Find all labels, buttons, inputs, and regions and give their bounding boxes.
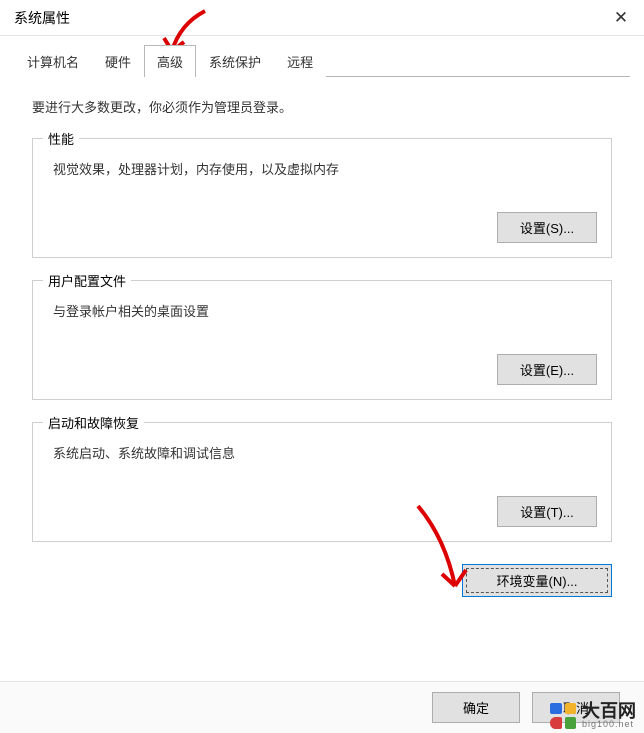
title-bar: 系统属性 ✕: [0, 0, 644, 36]
tab-label: 高级: [157, 55, 183, 70]
admin-hint: 要进行大多数更改，你必须作为管理员登录。: [32, 97, 612, 116]
section-desc: 与登录帐户相关的桌面设置: [53, 301, 597, 320]
tab-label: 远程: [287, 55, 313, 70]
tab-remote[interactable]: 远程: [274, 45, 326, 77]
tab-system-protection[interactable]: 系统保护: [196, 45, 274, 77]
ok-button[interactable]: 确定: [432, 692, 520, 723]
legend: 启动和故障恢复: [43, 413, 144, 432]
tab-hardware[interactable]: 硬件: [92, 45, 144, 77]
tab-advanced[interactable]: 高级: [144, 45, 196, 77]
settings-button-performance[interactable]: 设置(S)...: [497, 212, 597, 243]
fieldset-user-profile: 用户配置文件 与登录帐户相关的桌面设置 设置(E)...: [32, 280, 612, 400]
tab-content: 要进行大多数更改，你必须作为管理员登录。 性能 视觉效果，处理器计划，内存使用，…: [0, 77, 644, 597]
legend: 用户配置文件: [43, 271, 131, 290]
close-button[interactable]: ✕: [598, 0, 644, 36]
settings-button-user-profile[interactable]: 设置(E)...: [497, 354, 597, 385]
window-title: 系统属性: [14, 8, 598, 28]
system-properties-window: 系统属性 ✕ 计算机名 硬件 高级 系统保护 远程 要进行大多数更改，你必须作为…: [0, 0, 644, 733]
settings-button-startup-recovery[interactable]: 设置(T)...: [497, 496, 597, 527]
fieldset-startup-recovery: 启动和故障恢复 系统启动、系统故障和调试信息 设置(T)...: [32, 422, 612, 542]
section-desc: 视觉效果，处理器计划，内存使用，以及虚拟内存: [53, 159, 597, 178]
tab-label: 硬件: [105, 55, 131, 70]
tab-computer-name[interactable]: 计算机名: [14, 45, 92, 77]
legend: 性能: [43, 129, 79, 148]
cancel-button[interactable]: 取消: [532, 692, 620, 723]
tab-label: 计算机名: [27, 55, 79, 70]
tabs-row: 计算机名 硬件 高级 系统保护 远程: [14, 44, 630, 77]
dialog-footer: 确定 取消: [0, 681, 644, 733]
section-desc: 系统启动、系统故障和调试信息: [53, 443, 597, 462]
fieldset-performance: 性能 视觉效果，处理器计划，内存使用，以及虚拟内存 设置(S)...: [32, 138, 612, 258]
environment-variables-button[interactable]: 环境变量(N)...: [462, 564, 612, 597]
tab-label: 系统保护: [209, 55, 261, 70]
close-icon: ✕: [614, 8, 628, 28]
